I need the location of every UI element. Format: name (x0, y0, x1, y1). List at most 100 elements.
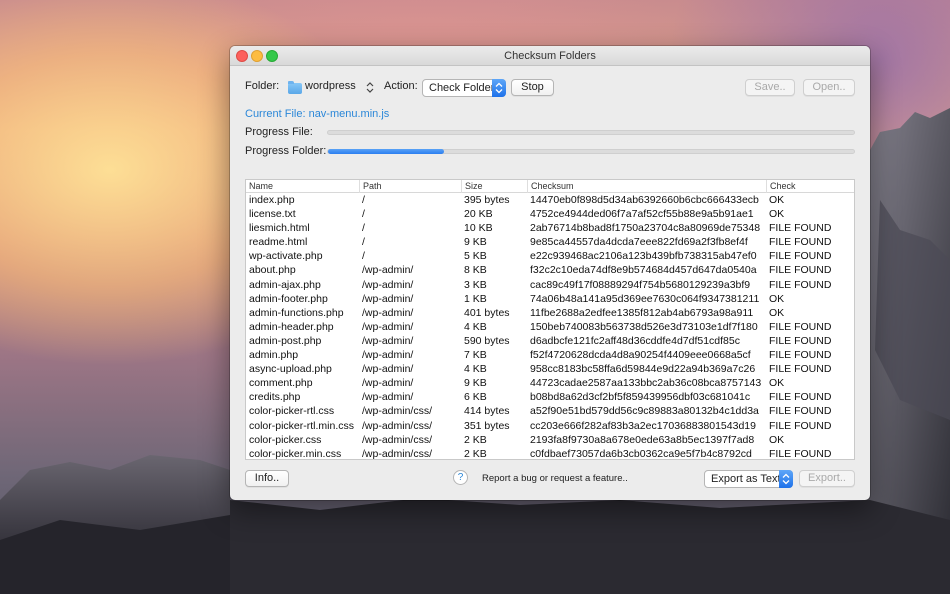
column-header-path[interactable]: Path (359, 180, 461, 193)
table-row[interactable]: async-upload.php/wp-admin/4 KB 958cc8183b… (246, 362, 854, 376)
cell-path: /wp-admin/ (362, 391, 414, 404)
cell-checksum: 4752ce4944ded06f7a7af52cf55b88e9a5b91ae1 (530, 208, 754, 221)
table-row[interactable]: readme.html / 9 KB 9e85ca44557da4dcda7eee82… (246, 235, 854, 249)
column-header-name[interactable]: Name (246, 180, 359, 193)
close-icon[interactable] (236, 50, 248, 62)
progress-folder-fill (328, 149, 444, 154)
action-value: Check Folder (429, 82, 495, 94)
cell-path: /wp-admin/css/ (362, 447, 433, 460)
cell-check: FILE FOUND (769, 391, 832, 404)
cell-checksum: d6adbcfe121fc2aff48d36cddfe4d7df51cdf85c (530, 334, 740, 347)
table-row[interactable]: color-picker-rtl.min.css/wp-admin/css/35… (246, 419, 854, 433)
table-row[interactable]: color-picker.css/wp-admin/css/2 KB 2193fa… (246, 433, 854, 447)
cell-check: FILE FOUND (769, 334, 832, 347)
cell-size: 2 KB (464, 433, 487, 446)
cell-check: FILE FOUND (769, 250, 832, 263)
zoom-icon[interactable] (266, 50, 278, 62)
cell-size: 395 bytes (464, 194, 510, 206)
column-header-checksum[interactable]: Checksum (527, 180, 766, 193)
cell-check: FILE FOUND (769, 264, 832, 277)
progress-folder-label: Progress Folder: (245, 145, 327, 157)
cell-name: about.php (249, 264, 296, 277)
cell-checksum: 44723cadae2587aa133bbc2ab36c08bca8757143 (530, 377, 762, 390)
results-table[interactable]: Name Path Size Checksum Check index.php /… (245, 179, 855, 460)
cell-size: 9 KB (464, 236, 487, 249)
minimize-icon[interactable] (251, 50, 263, 62)
cell-checksum: a52f90e51bd579dd56c9c89883a80132b4c1dd3a (530, 405, 759, 418)
table-row[interactable]: admin.php/wp-admin/7 KB f52f4720628dcda4d… (246, 348, 854, 362)
progress-file-bar (327, 130, 855, 135)
cell-path: /wp-admin/ (362, 377, 414, 390)
table-header: Name Path Size Checksum Check (246, 180, 854, 193)
table-row[interactable]: color-picker.min.css/wp-admin/css/2 KB c0… (246, 447, 854, 460)
cell-name: wp-activate.php (249, 250, 323, 263)
cell-check: FILE FOUND (769, 349, 832, 362)
table-row[interactable]: admin-functions.php/wp-admin/401 bytes 11… (246, 306, 854, 320)
cell-name: color-picker.css (249, 433, 322, 446)
table-row[interactable]: credits.php/wp-admin/6 KB b08bd8a62d3cf2b… (246, 390, 854, 404)
cell-check: FILE FOUND (769, 222, 832, 235)
cell-name: credits.php (249, 391, 301, 404)
table-row[interactable]: admin-footer.php/wp-admin/1 KB 74a06b48a1… (246, 292, 854, 306)
cell-name: color-picker-rtl.min.css (249, 419, 355, 432)
cell-size: 2 KB (464, 447, 487, 460)
cell-name: admin-functions.php (249, 306, 344, 319)
cell-checksum: 2ab76714b8bad8f1750a23704c8a80969de75348 (530, 222, 761, 235)
table-row[interactable]: color-picker-rtl.css/wp-admin/css/414 by… (246, 404, 854, 418)
column-header-size[interactable]: Size (461, 180, 527, 193)
folder-value[interactable]: wordpress (305, 80, 356, 92)
table-row[interactable]: admin-post.php/wp-admin/590 bytes d6adbcf… (246, 334, 854, 348)
cell-checksum: c0fdbaef73057da6b3cb0362ca9e5f7b4c8792cd (530, 447, 752, 460)
updown-chevron-icon[interactable] (366, 82, 374, 93)
title-bar[interactable]: Checksum Folders (230, 46, 870, 66)
open-button[interactable]: Open.. (803, 79, 855, 96)
table-row[interactable]: admin-ajax.php/wp-admin/3 KB cac89c49f17f… (246, 278, 854, 292)
table-row[interactable]: liesmich.html / 10 KB 2ab76714b8bad8f1750a2… (246, 221, 854, 235)
export-format-select[interactable]: Export as Text (704, 470, 793, 488)
cell-path: / (362, 236, 365, 249)
cell-checksum: e22c939468ac2106a123b439bfb738315ab47ef0 (530, 250, 757, 263)
folder-label: Folder: (245, 80, 280, 92)
export-button[interactable]: Export.. (799, 470, 855, 487)
cell-path: /wp-admin/css/ (362, 419, 433, 432)
progress-folder-bar (327, 149, 855, 154)
cell-name: liesmich.html (249, 222, 310, 235)
current-file: Current File: nav-menu.min.js (245, 108, 390, 120)
action-select[interactable]: Check Folder (422, 79, 506, 97)
table-row[interactable]: about.php/wp-admin/8 KB f32c2c10eda74df8e… (246, 263, 854, 277)
cell-size: 8 KB (464, 264, 487, 277)
table-row[interactable]: admin-header.php/wp-admin/4 KB 150beb7400… (246, 320, 854, 334)
table-row[interactable]: wp-activate.php / 5 KB e22c939468ac2106a123… (246, 249, 854, 263)
table-row[interactable]: license.txt / 20 KB 4752ce4944ded06f7a7af52… (246, 207, 854, 221)
cell-path: /wp-admin/ (362, 349, 414, 362)
cell-check: OK (769, 292, 785, 305)
updown-chevron-icon (779, 470, 793, 488)
cell-path: /wp-admin/ (362, 292, 414, 305)
cell-size: 414 bytes (464, 405, 510, 418)
app-window: Checksum Folders Folder: wordpress Actio… (230, 46, 870, 500)
cell-checksum: 74a06b48a141a95d369ee7630c064f9347381211 (530, 292, 760, 305)
report-bug-link[interactable]: Report a bug or request a feature.. (482, 473, 628, 484)
cell-check: OK (769, 306, 785, 319)
cell-size: 7 KB (464, 349, 487, 362)
cell-check: FILE FOUND (769, 405, 832, 418)
stop-button[interactable]: Stop (511, 79, 554, 96)
help-icon[interactable]: ? (453, 470, 468, 485)
cell-check: FILE FOUND (769, 419, 832, 432)
table-row[interactable]: comment.php/wp-admin/9 KB 44723cadae2587a… (246, 376, 854, 390)
cell-size: 10 KB (464, 222, 493, 235)
cell-path: /wp-admin/ (362, 306, 414, 319)
cell-name: admin.php (249, 349, 299, 362)
cell-size: 9 KB (464, 377, 487, 390)
cell-size: 351 bytes (464, 419, 510, 432)
cell-check: OK (769, 377, 785, 390)
cell-size: 401 bytes (464, 306, 510, 319)
cell-checksum: cac89c49f17f08889294f754b5680129239a3bf9 (530, 278, 751, 291)
column-header-check[interactable]: Check (766, 180, 854, 193)
folder-icon (288, 81, 302, 94)
cell-check: FILE FOUND (769, 363, 832, 376)
info-button[interactable]: Info.. (245, 470, 289, 487)
save-button[interactable]: Save.. (745, 79, 795, 96)
table-row[interactable]: index.php / 395 bytes 14470eb0f898d5d34ab63… (246, 193, 854, 207)
cell-checksum: 958cc8183bc58ffa6d59844e9d22a94b369a7c26 (530, 363, 756, 376)
